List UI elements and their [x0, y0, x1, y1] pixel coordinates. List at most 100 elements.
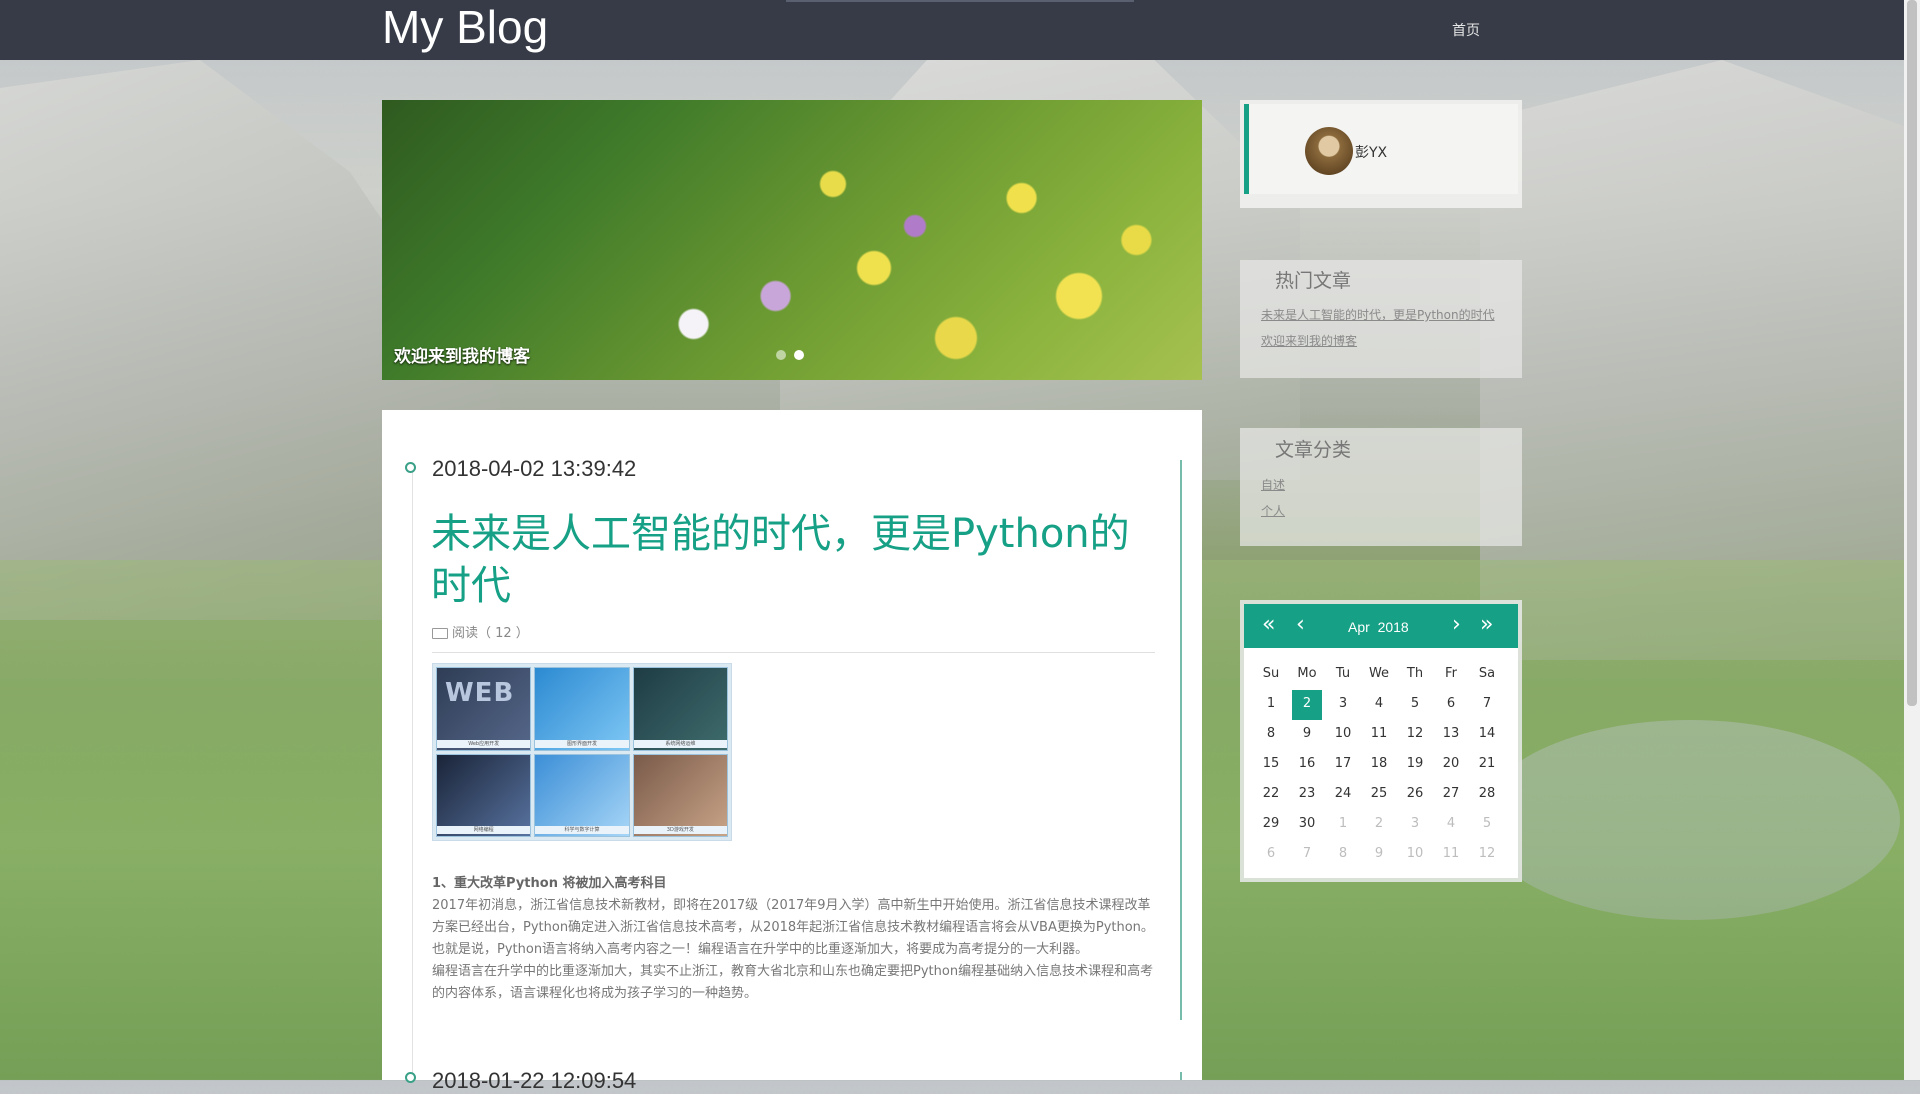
categories-title: 文章分类 [1275, 439, 1352, 461]
calendar-day[interactable]: 29 [1253, 810, 1289, 840]
background-stream [1480, 720, 1900, 920]
hot-article-link[interactable]: 未来是人工智能的时代，更是Python的时代 [1261, 306, 1495, 323]
post-date: 2018-04-02 13:39:42 [432, 456, 637, 481]
calendar-weekday: Su [1262, 666, 1280, 681]
calendar-day[interactable]: 12 [1397, 720, 1433, 750]
post-excerpt: 1、重大改革Python 将被加入高考科目 2017年初消息，浙江省信息技术新教… [432, 873, 1154, 1005]
thumb-web: WEB Web应用开发 [436, 667, 532, 751]
profile-name[interactable]: 彭YX [1355, 142, 1387, 162]
calendar-day[interactable]: 15 [1253, 750, 1289, 780]
calendar-day[interactable]: 5 [1397, 690, 1433, 720]
calendar-month-year[interactable]: Apr 2018 [1348, 619, 1409, 635]
calendar-day[interactable]: 7 [1469, 690, 1505, 720]
background-mountain-right [1480, 60, 1920, 660]
calendar-day[interactable]: 25 [1361, 780, 1397, 810]
calendar-day[interactable]: 28 [1469, 780, 1505, 810]
calendar-day[interactable]: 14 [1469, 720, 1505, 750]
calendar-day[interactable]: 2 [1292, 690, 1322, 720]
calendar-weekday: Mo [1297, 666, 1317, 681]
post-subheading: 1、重大改革Python 将被加入高考科目 [432, 876, 667, 891]
top-navbar: My Blog 首页 [0, 0, 1904, 60]
calendar-grid: Su Mo Tu We Th Fr Sa 1 2 3 4 5 6 7 8 9 10 11 12 13 14 15 16 17 1… [1253, 660, 1505, 870]
calendar-weekday: Tu [1335, 666, 1351, 681]
calendar-day[interactable]: 10 [1325, 720, 1361, 750]
calendar-day[interactable]: 21 [1469, 750, 1505, 780]
nav-home-link[interactable]: 首页 [1452, 20, 1480, 40]
calendar-day[interactable]: 30 [1289, 810, 1325, 840]
calendar-year: 2018 [1377, 619, 1409, 635]
timeline-line [412, 470, 413, 1080]
calendar-weekday: We [1368, 666, 1390, 681]
thumb-ops: 系统网络运维 [632, 667, 728, 751]
thumb-label: 科学与数字计算 [535, 826, 629, 834]
thumb-label: 网络编程 [437, 826, 531, 834]
post-image[interactable]: WEB Web应用开发 图形界面开发 系统网络运维 网络编程 科学与数字计算 3… [432, 663, 732, 841]
calendar-day[interactable]: 9 [1289, 720, 1325, 750]
calendar-day-outside[interactable]: 5 [1469, 810, 1505, 840]
calendar-day[interactable]: 19 [1397, 750, 1433, 780]
site-brand[interactable]: My Blog [382, 0, 548, 56]
post-accent-rule [1180, 1072, 1182, 1080]
scrollbar-thumb[interactable] [1907, 0, 1917, 706]
banner-caption: 欢迎来到我的博客 [394, 347, 530, 367]
thumb-science: 科学与数字计算 [534, 753, 630, 837]
calendar-day[interactable]: 23 [1289, 780, 1325, 810]
calendar-day[interactable]: 3 [1325, 690, 1361, 720]
thumb-label: Web应用开发 [437, 739, 531, 748]
calendar-day[interactable]: 17 [1325, 750, 1361, 780]
calendar-day[interactable]: 26 [1397, 780, 1433, 810]
calendar-day-outside[interactable]: 6 [1253, 840, 1289, 870]
banner-dot-2[interactable] [794, 350, 804, 360]
calendar-day[interactable]: 8 [1253, 720, 1289, 750]
navbar-divider [786, 0, 1134, 2]
banner-dot-1[interactable] [776, 350, 786, 360]
calendar-day-outside[interactable]: 11 [1433, 840, 1469, 870]
calendar-day[interactable]: 24 [1325, 780, 1361, 810]
calendar-day[interactable]: 11 [1361, 720, 1397, 750]
calendar-weekday: Sa [1478, 666, 1496, 681]
post-title-link[interactable]: 未来是人工智能的时代，更是Python的时代 [431, 508, 1161, 612]
book-icon [432, 628, 448, 639]
calendar-day-outside[interactable]: 10 [1397, 840, 1433, 870]
post-divider [432, 652, 1155, 653]
calendar-day[interactable]: 18 [1361, 750, 1397, 780]
double-chevron-left-icon[interactable]: « [1262, 614, 1275, 636]
post-paragraph: 2017年初消息，浙江省信息技术新教材，即将在2017级（2017年9月入学）高… [432, 898, 1154, 957]
calendar-day[interactable]: 20 [1433, 750, 1469, 780]
banner-pagination [776, 350, 804, 360]
hot-article-link[interactable]: 欢迎来到我的博客 [1261, 332, 1357, 349]
thumb-label: 系统网络运维 [633, 739, 727, 748]
chevron-left-icon[interactable]: ‹ [1296, 614, 1305, 636]
calendar-day-outside[interactable]: 2 [1361, 810, 1397, 840]
calendar-day[interactable]: 13 [1433, 720, 1469, 750]
read-count: 阅读（ 12 ） [452, 626, 529, 641]
calendar-day-outside[interactable]: 3 [1397, 810, 1433, 840]
hero-banner[interactable]: 欢迎来到我的博客 [382, 100, 1202, 380]
calendar-weekday: Fr [1445, 666, 1457, 681]
thumb-game: 3D游戏开发 [632, 753, 728, 837]
timeline-dot-icon [405, 1072, 416, 1083]
chevron-right-icon[interactable]: › [1452, 614, 1461, 636]
thumb-label: 图形界面开发 [535, 739, 629, 748]
calendar-day-outside[interactable]: 4 [1433, 810, 1469, 840]
avatar[interactable] [1305, 127, 1353, 175]
calendar-day-outside[interactable]: 12 [1469, 840, 1505, 870]
calendar-day[interactable]: 27 [1433, 780, 1469, 810]
hot-articles-title: 热门文章 [1275, 270, 1352, 292]
category-link[interactable]: 自述 [1261, 476, 1285, 493]
calendar-day[interactable]: 6 [1433, 690, 1469, 720]
calendar-day-outside[interactable]: 8 [1325, 840, 1361, 870]
calendar-day-outside[interactable]: 9 [1361, 840, 1397, 870]
calendar-day[interactable]: 4 [1361, 690, 1397, 720]
post-paragraph: 编程语言在升学中的比重逐渐加大，其实不止浙江，教育大省北京和山东也确定要把Pyt… [432, 964, 1154, 1001]
calendar-day[interactable]: 16 [1289, 750, 1325, 780]
category-link[interactable]: 个人 [1261, 502, 1285, 519]
double-chevron-right-icon[interactable]: » [1480, 614, 1493, 636]
calendar-day-outside[interactable]: 1 [1325, 810, 1361, 840]
thumb-gui: 图形界面开发 [534, 667, 630, 751]
post-accent-rule [1180, 460, 1182, 1020]
calendar-day[interactable]: 1 [1253, 690, 1289, 720]
calendar-day[interactable]: 22 [1253, 780, 1289, 810]
calendar-day-outside[interactable]: 7 [1289, 840, 1325, 870]
calendar-month: Apr [1348, 619, 1370, 635]
